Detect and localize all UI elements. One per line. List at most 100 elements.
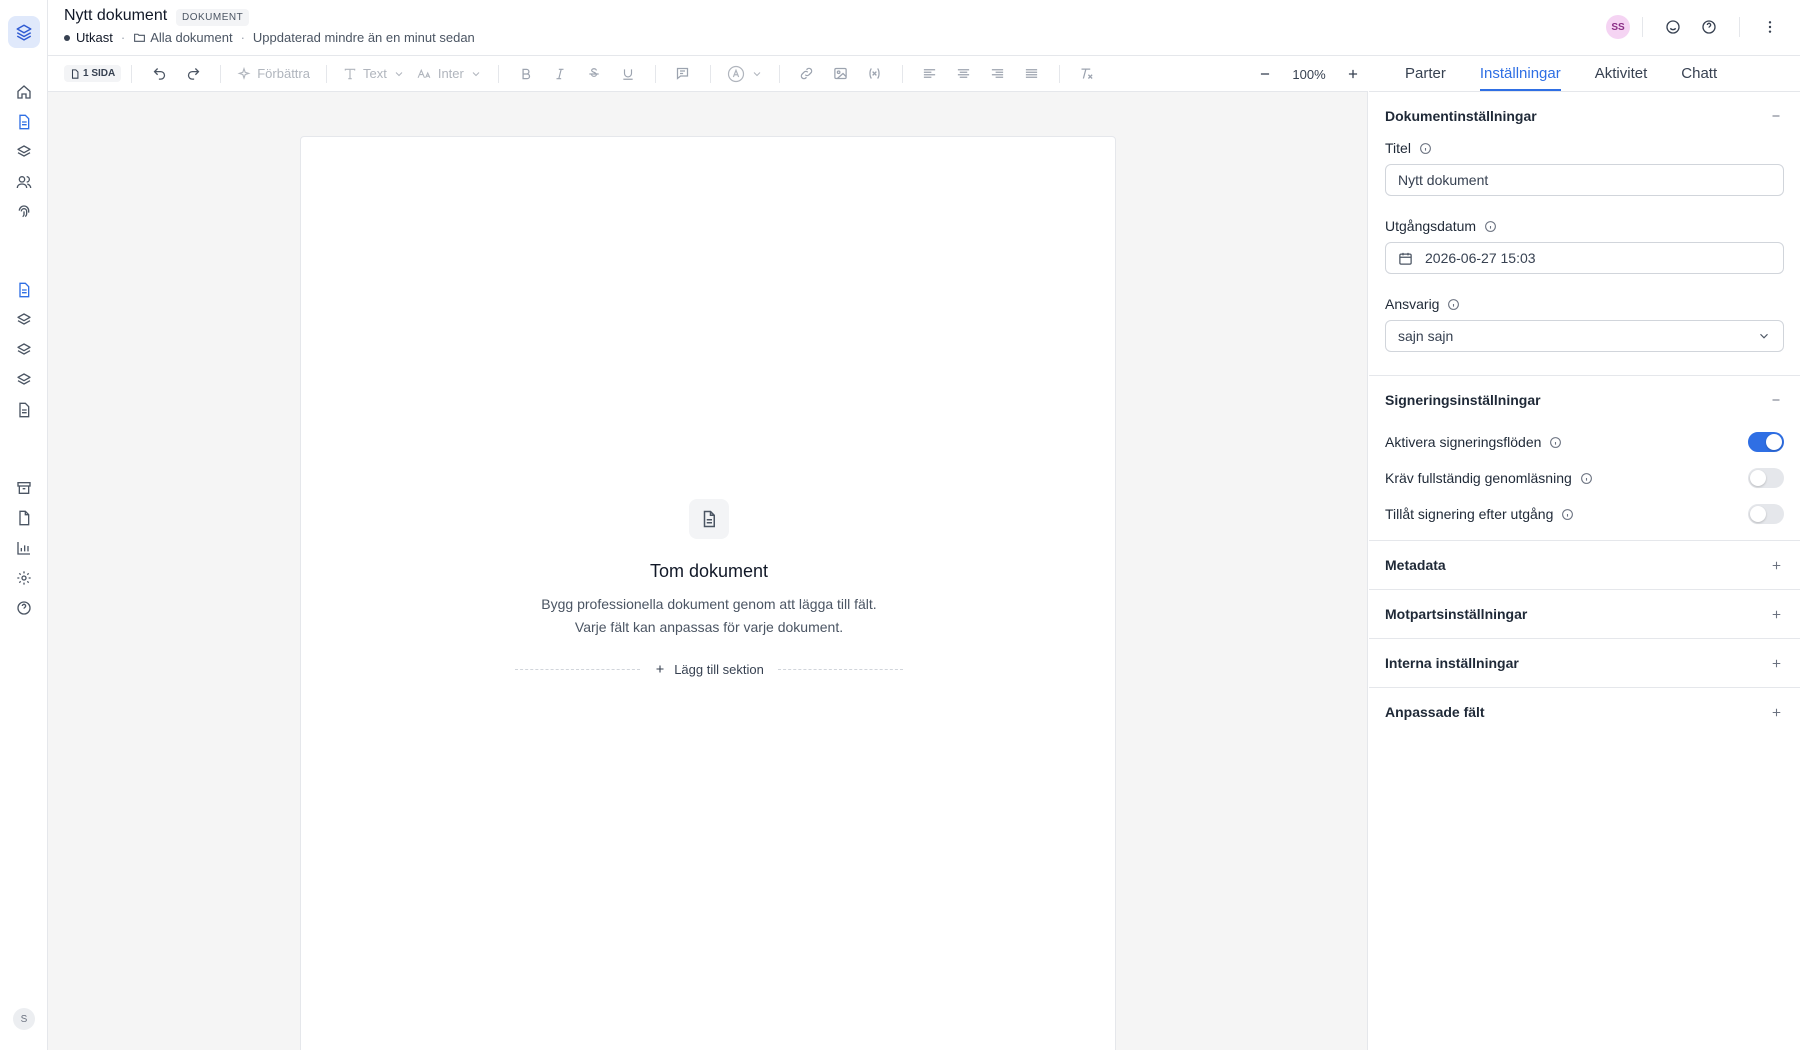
chart-icon[interactable] — [14, 538, 34, 558]
zoom-in-icon[interactable] — [1346, 67, 1360, 81]
tab-aktivitet[interactable]: Aktivitet — [1595, 65, 1648, 91]
document-icon[interactable] — [14, 280, 34, 300]
text-style-dropdown[interactable]: Text — [343, 66, 405, 81]
calendar-icon — [1399, 252, 1412, 265]
align-right-icon[interactable] — [986, 62, 1010, 86]
collapse-icon[interactable] — [1768, 108, 1784, 124]
signing-flows-toggle[interactable] — [1748, 432, 1784, 452]
custom-fields-header[interactable]: Anpassade fält — [1385, 688, 1784, 736]
document-icon[interactable] — [14, 400, 34, 420]
help-icon[interactable] — [14, 598, 34, 618]
font-dropdown[interactable]: Inter — [417, 66, 482, 81]
section-title: Interna inställningar — [1385, 655, 1519, 671]
folder-icon — [133, 31, 146, 44]
collapse-icon[interactable] — [1768, 392, 1784, 408]
divider — [220, 64, 222, 83]
info-icon[interactable] — [1484, 220, 1497, 233]
align-left-icon[interactable] — [918, 62, 942, 86]
align-justify-icon[interactable] — [1020, 62, 1044, 86]
app-logo[interactable] — [8, 16, 40, 48]
editor-toolbar: 1 SIDA Förbättra Text Inter 100% — [48, 56, 1368, 92]
gear-icon[interactable] — [14, 568, 34, 588]
expand-icon[interactable] — [1768, 606, 1784, 622]
dashed-divider — [515, 668, 641, 670]
text-color-dropdown[interactable] — [727, 65, 763, 83]
collaborator-avatar[interactable]: SS — [1606, 15, 1630, 39]
italic-icon[interactable] — [548, 62, 572, 86]
info-icon[interactable] — [1549, 436, 1562, 449]
section-title: Metadata — [1385, 557, 1446, 573]
layers-icon[interactable] — [14, 142, 34, 162]
chevron-down-icon — [472, 71, 480, 76]
expand-icon[interactable] — [1768, 704, 1784, 720]
metadata-header[interactable]: Metadata — [1385, 541, 1784, 589]
tab-parter[interactable]: Parter — [1405, 65, 1446, 91]
expiry-value: 2026-06-27 15:03 — [1425, 250, 1536, 266]
bold-icon[interactable] — [514, 62, 538, 86]
improve-button[interactable]: Förbättra — [237, 66, 310, 81]
image-icon[interactable] — [829, 62, 853, 86]
zoom-out-icon[interactable] — [1258, 67, 1272, 81]
home-icon[interactable] — [14, 82, 34, 102]
toggle-row-sign-after-expiry: Tillåt signering efter utgång — [1385, 496, 1784, 532]
expand-icon[interactable] — [1768, 557, 1784, 573]
underline-icon[interactable] — [616, 62, 640, 86]
users-icon[interactable] — [14, 172, 34, 192]
dashed-divider — [777, 668, 903, 670]
expand-icon[interactable] — [1768, 655, 1784, 671]
add-section-button[interactable]: Lägg till sektion — [640, 662, 778, 677]
clear-format-icon[interactable] — [1075, 62, 1099, 86]
expiry-field-label: Utgångsdatum — [1385, 218, 1784, 234]
document-settings-header[interactable]: Dokumentinställningar — [1385, 92, 1784, 140]
document-page[interactable]: Tom dokument Bygg professionella dokumen… — [300, 136, 1116, 1050]
chevron-down-icon — [395, 71, 403, 76]
text-style-label: Text — [362, 66, 387, 81]
more-vertical-icon[interactable] — [1758, 15, 1782, 39]
layers-icon[interactable] — [14, 370, 34, 390]
tab-chatt[interactable]: Chatt — [1681, 65, 1717, 91]
title-input[interactable]: Nytt dokument — [1385, 164, 1784, 196]
counterparty-settings-header[interactable]: Motpartsinställningar — [1385, 590, 1784, 638]
owner-select[interactable]: sajn sajn — [1385, 320, 1784, 352]
info-icon[interactable] — [1419, 142, 1432, 155]
signing-settings-section: Signeringsinställningar Aktivera signeri… — [1369, 376, 1800, 541]
user-avatar[interactable]: S — [13, 1008, 35, 1030]
sign-after-expiry-toggle[interactable] — [1748, 504, 1784, 524]
info-icon[interactable] — [1580, 472, 1593, 485]
add-section-row: Lägg till sektion — [515, 657, 903, 681]
archive-icon[interactable] — [14, 478, 34, 498]
link-icon[interactable] — [795, 62, 819, 86]
add-section-label: Lägg till sektion — [674, 661, 764, 677]
page-count: 1 SIDA — [83, 68, 116, 79]
improve-label: Förbättra — [257, 66, 310, 81]
strikethrough-icon[interactable] — [582, 62, 606, 86]
emoji-icon[interactable] — [1661, 15, 1685, 39]
label-text: Ansvarig — [1385, 296, 1440, 312]
file-icon[interactable] — [14, 508, 34, 528]
align-center-icon[interactable] — [952, 62, 976, 86]
updated-timestamp: Uppdaterad mindre än en minut sedan — [252, 30, 475, 45]
help-icon[interactable] — [1697, 15, 1721, 39]
signing-settings-header[interactable]: Signeringsinställningar — [1385, 376, 1784, 424]
info-icon[interactable] — [1561, 508, 1574, 521]
variable-icon[interactable] — [863, 62, 887, 86]
full-read-toggle[interactable] — [1748, 468, 1784, 488]
tab-installningar[interactable]: Inställningar — [1479, 65, 1561, 91]
layers-icon[interactable] — [14, 340, 34, 360]
document-meta: Utkast · Alla dokument · Uppdaterad mind… — [64, 30, 475, 45]
section-title: Signeringsinställningar — [1385, 392, 1541, 408]
fingerprint-icon[interactable] — [14, 202, 34, 222]
all-documents-link[interactable]: Alla dokument — [150, 30, 232, 45]
expiry-date-input[interactable]: 2026-06-27 15:03 — [1385, 242, 1784, 274]
internal-settings-header[interactable]: Interna inställningar — [1385, 639, 1784, 687]
divider — [778, 64, 780, 83]
document-icon — [71, 68, 79, 79]
document-icon[interactable] — [14, 112, 34, 132]
label-text: Utgångsdatum — [1385, 218, 1477, 234]
layers-icon[interactable] — [14, 310, 34, 330]
redo-icon[interactable] — [181, 62, 205, 86]
undo-icon[interactable] — [147, 62, 171, 86]
comment-icon[interactable] — [671, 62, 695, 86]
info-icon[interactable] — [1447, 298, 1460, 311]
document-canvas: Tom dokument Bygg professionella dokumen… — [48, 92, 1368, 1050]
